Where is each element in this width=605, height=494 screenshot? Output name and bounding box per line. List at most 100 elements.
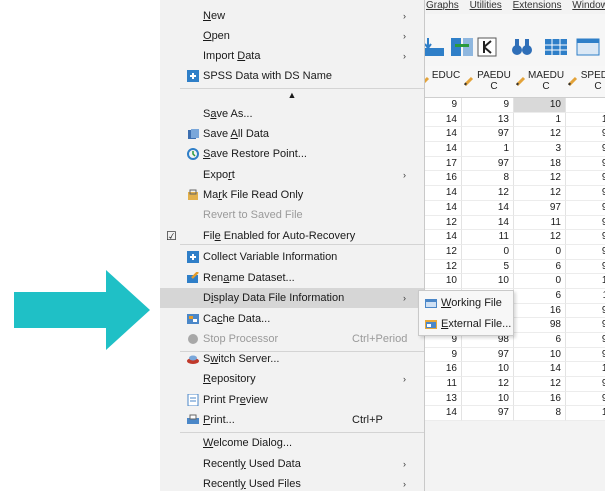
table-cell[interactable]: 13: [462, 112, 514, 128]
table-cell[interactable]: 6: [514, 333, 566, 348]
submenu-external-file[interactable]: External File...: [419, 314, 513, 335]
table-cell[interactable]: 12: [514, 230, 566, 245]
table-cell[interactable]: 97: [566, 142, 605, 157]
table-cell[interactable]: 8: [566, 98, 605, 113]
table-cell[interactable]: 97: [462, 156, 514, 172]
menu-item-import-data[interactable]: Import Data ›: [160, 46, 424, 66]
table-cell[interactable]: 6: [514, 259, 566, 275]
table-cell[interactable]: 18: [514, 156, 566, 172]
table-cell[interactable]: 11: [566, 288, 605, 304]
table-cell[interactable]: 12: [514, 127, 566, 143]
menu-item-display-data-file-information[interactable]: Display Data File Information ›: [160, 288, 424, 308]
table-cell[interactable]: 16: [514, 391, 566, 407]
menu-item-rename-dataset[interactable]: Rename Dataset...: [160, 268, 424, 288]
table-cell[interactable]: 16: [514, 303, 566, 319]
table-cell[interactable]: 97: [566, 391, 605, 407]
table-cell[interactable]: 1: [462, 142, 514, 157]
table-cell[interactable]: 12: [566, 274, 605, 289]
table-cell[interactable]: 97: [566, 377, 605, 392]
table-cell[interactable]: 12: [462, 186, 514, 201]
table-cell[interactable]: 97: [566, 215, 605, 231]
table-cell[interactable]: 11: [514, 215, 566, 231]
menu-item-switch-server[interactable]: Switch Server...: [160, 349, 424, 369]
table-cell[interactable]: 9: [462, 98, 514, 113]
menu-item-print[interactable]: Print... Ctrl+P: [160, 410, 424, 430]
grid-view-icon[interactable]: [576, 36, 600, 58]
table-cell[interactable]: 14: [566, 362, 605, 378]
menu-item-recently-used-data[interactable]: Recently Used Data ›: [160, 454, 424, 474]
table-cell[interactable]: 8: [462, 171, 514, 187]
table-cell[interactable]: 97: [462, 347, 514, 363]
table-cell[interactable]: 10: [462, 274, 514, 289]
table-cell[interactable]: 97: [514, 200, 566, 216]
table-cell[interactable]: 14: [514, 362, 566, 378]
table-cell[interactable]: 10: [514, 347, 566, 363]
menu-item-collect-variable-information[interactable]: Collect Variable Information: [160, 247, 424, 267]
table-cell[interactable]: 0: [514, 244, 566, 260]
table-cell[interactable]: 97: [566, 200, 605, 216]
menu-item-mark-file-read-only[interactable]: Mark File Read Only: [160, 185, 424, 205]
table-cell[interactable]: 97: [566, 127, 605, 143]
table-cell[interactable]: 6: [514, 288, 566, 304]
table-cell[interactable]: 14: [462, 215, 514, 231]
table-cell[interactable]: 10: [514, 98, 566, 113]
table-cell[interactable]: 12: [514, 186, 566, 201]
table-cell[interactable]: 97: [566, 156, 605, 172]
menu-item-recently-used-files[interactable]: Recently Used Files ›: [160, 474, 424, 494]
table-cell[interactable]: 97: [566, 244, 605, 260]
table-icon[interactable]: [544, 36, 568, 58]
table-cell[interactable]: 12: [566, 406, 605, 422]
table-cell[interactable]: 14: [462, 200, 514, 216]
menu-window[interactable]: Window: [572, 0, 605, 11]
table-cell[interactable]: 3: [514, 142, 566, 157]
submenu-working-file[interactable]: Working File: [419, 293, 513, 314]
menu-scroll-up-icon[interactable]: ▲: [160, 88, 424, 102]
insert-variable-icon[interactable]: [450, 36, 474, 58]
menu-item-repository[interactable]: Repository ›: [160, 369, 424, 389]
menu-item-new[interactable]: New ›: [160, 6, 424, 26]
table-cell[interactable]: 10: [462, 362, 514, 378]
table-cell[interactable]: 97: [566, 171, 605, 187]
table-cell[interactable]: 12: [514, 171, 566, 187]
menu-extensions[interactable]: Extensions: [513, 0, 562, 11]
menu-item-cache-data[interactable]: Cache Data...: [160, 309, 424, 329]
column-header[interactable]: SPEDUC: [566, 66, 605, 97]
menu-item-file-enabled-for-auto-recovery[interactable]: ☑ File Enabled for Auto-Recovery: [160, 226, 424, 246]
column-header[interactable]: MAEDUC: [514, 66, 566, 97]
table-cell[interactable]: 97: [566, 318, 605, 333]
table-cell[interactable]: 97: [566, 230, 605, 245]
find-binoculars-icon[interactable]: [510, 36, 534, 58]
menu-item-print-preview[interactable]: Print Preview: [160, 390, 424, 410]
table-cell[interactable]: 10: [462, 391, 514, 407]
menu-item-export[interactable]: Export ›: [160, 165, 424, 185]
table-cell[interactable]: 11: [462, 230, 514, 245]
menu-item-save-all-data[interactable]: Save All Data: [160, 124, 424, 144]
menu-item-save-restore-point[interactable]: Save Restore Point...: [160, 144, 424, 164]
table-cell[interactable]: 8: [514, 406, 566, 422]
table-cell[interactable]: 12: [566, 112, 605, 128]
sort-cases-icon[interactable]: [422, 36, 446, 58]
menu-utilities[interactable]: Utilities: [470, 0, 502, 11]
table-cell[interactable]: 97: [566, 303, 605, 319]
table-cell[interactable]: 97: [566, 186, 605, 201]
table-cell[interactable]: 98: [514, 318, 566, 333]
table-cell[interactable]: 97: [566, 347, 605, 363]
menu-item-welcome-dialog[interactable]: Welcome Dialog...: [160, 433, 424, 453]
menu-graphs[interactable]: Graphs: [426, 0, 459, 11]
table-cell[interactable]: 97: [462, 406, 514, 422]
menu-item-save-as[interactable]: Save As...: [160, 104, 424, 124]
table-cell[interactable]: 0: [514, 274, 566, 289]
table-cell[interactable]: 97: [462, 127, 514, 143]
table-cell[interactable]: 5: [462, 259, 514, 275]
table-cell[interactable]: 12: [462, 377, 514, 392]
variables-icon[interactable]: [476, 36, 500, 58]
menu-item-open[interactable]: Open ›: [160, 26, 424, 46]
table-cell[interactable]: 0: [462, 244, 514, 260]
table-cell[interactable]: 97: [566, 333, 605, 348]
table-cell[interactable]: 97: [566, 259, 605, 275]
column-header[interactable]: PAEDUC: [462, 66, 514, 97]
table-cell[interactable]: 12: [514, 377, 566, 392]
menu-item-spss-data-with-ds-name[interactable]: SPSS Data with DS Name: [160, 66, 424, 86]
table-cell[interactable]: 1: [514, 112, 566, 128]
editor-menubar: Graphs Utilities Extensions Window: [418, 0, 605, 14]
